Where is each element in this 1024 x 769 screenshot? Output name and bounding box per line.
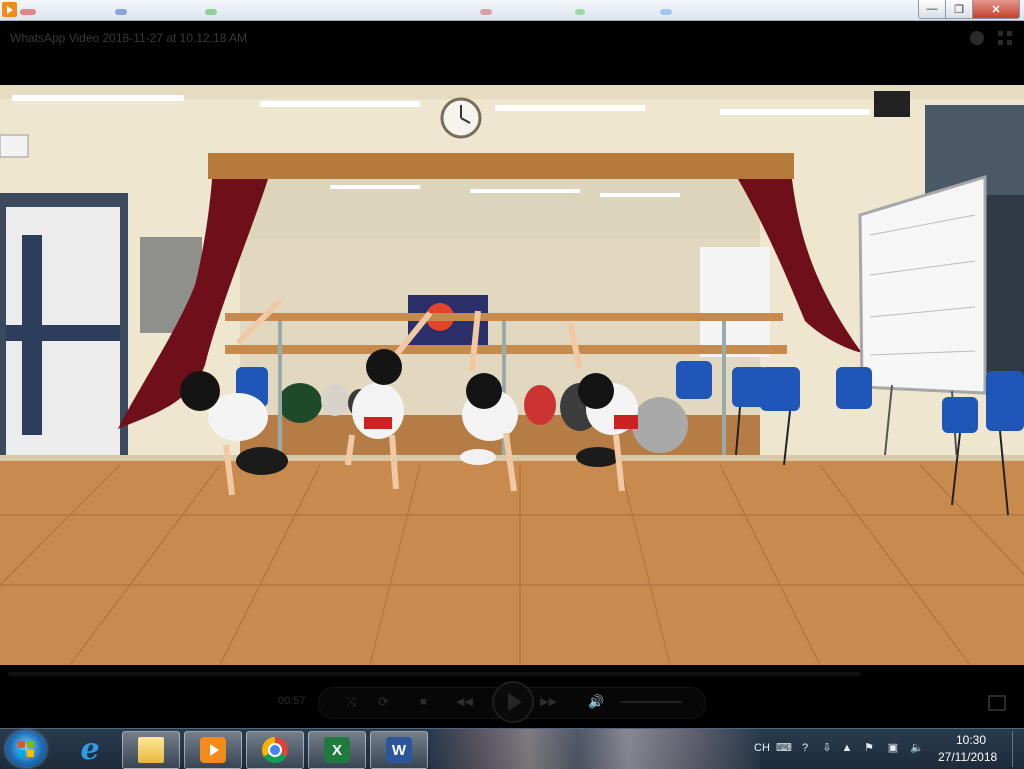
speaker (874, 91, 910, 117)
clock-time[interactable]: 10:30 (956, 733, 986, 747)
maximize-button[interactable]: ❐ (945, 0, 973, 19)
ime-options-icon[interactable]: ⇩ (820, 741, 834, 755)
chrome-icon (262, 737, 288, 763)
taskbar-chrome[interactable] (246, 731, 304, 769)
taskbar-windows-explorer[interactable] (122, 731, 180, 769)
blurred-title-decoration (575, 9, 585, 15)
window-title-bar: — ❐ ✕ (0, 0, 1024, 21)
player-top-icons (970, 31, 1012, 45)
clock-date[interactable]: 27/11/2018 (938, 750, 997, 764)
keyboard-icon[interactable]: ⌨ (776, 741, 792, 755)
ballet-barre (225, 313, 783, 321)
media-player-icon (200, 737, 226, 763)
elapsed-time: 00:57 (278, 695, 306, 707)
blurred-title-decoration (205, 9, 217, 15)
stop-button[interactable]: ■ (420, 693, 427, 711)
speaker-volume-icon[interactable]: 🔈 (910, 741, 924, 755)
taskbar-thumbnail-preview (430, 729, 760, 769)
blurred-title-decoration (115, 9, 127, 15)
mirror-header (208, 153, 794, 179)
close-button[interactable]: ✕ (972, 0, 1020, 19)
blurred-title-decoration (480, 9, 492, 15)
taskbar-internet-explorer[interactable]: e (62, 731, 118, 767)
blurred-title-decoration (660, 9, 672, 15)
whiteboard (858, 174, 987, 395)
ceiling-light (720, 109, 870, 115)
word-icon: W (386, 737, 412, 763)
next-button[interactable]: ▶▶ (540, 693, 557, 711)
windows-taskbar: e X W CH ⌨ ? ⇩ ▲ ⚑ ▣ 🔈 10:30 27/11/2018 (0, 728, 1024, 769)
dance-studio-scene (0, 85, 1024, 665)
repeat-button[interactable]: ⟳ (378, 693, 389, 711)
settings-icon[interactable] (970, 31, 984, 45)
switch-to-library-icon[interactable] (998, 31, 1012, 45)
shuffle-button[interactable]: ⤨ (346, 693, 356, 711)
media-player-app-icon[interactable] (2, 2, 17, 17)
media-player-window: WhatsApp Video 2018-11-27 at 10.12.18 AM (0, 21, 1024, 728)
excel-icon: X (324, 737, 350, 763)
start-button[interactable] (6, 731, 46, 767)
action-center-flag-icon[interactable]: ⚑ (862, 741, 876, 755)
taskbar-excel[interactable]: X (308, 731, 366, 769)
minimize-button[interactable]: — (918, 0, 946, 19)
blurred-title-decoration (20, 9, 36, 15)
play-pause-button[interactable] (492, 681, 534, 723)
network-icon[interactable]: ▣ (886, 741, 900, 755)
taskbar-media-player[interactable] (184, 731, 242, 769)
exercise-ball (632, 397, 688, 453)
show-desktop-button[interactable] (1012, 731, 1023, 767)
help-icon[interactable]: ? (798, 741, 812, 755)
playback-controls: 00:57 ⤨ ⟳ ■ ◀◀ ▶▶ 🔊 (0, 665, 1024, 728)
volume-slider[interactable] (620, 701, 682, 703)
previous-button[interactable]: ◀◀ (456, 693, 473, 711)
show-hidden-icons-icon[interactable]: ▲ (840, 741, 854, 755)
ceiling-light (12, 95, 184, 101)
ceiling-light (260, 101, 420, 107)
internet-explorer-icon: e (80, 731, 100, 767)
video-title: WhatsApp Video 2018-11-27 at 10.12.18 AM (10, 31, 248, 45)
fullscreen-button[interactable] (988, 695, 1006, 711)
language-indicator[interactable]: CH (752, 741, 772, 755)
folder-icon (138, 737, 164, 763)
seek-bar[interactable] (8, 672, 860, 676)
video-frame[interactable] (0, 85, 1024, 665)
ceiling-light (495, 105, 645, 111)
taskbar-word[interactable]: W (370, 731, 428, 769)
volume-icon[interactable]: 🔊 (588, 693, 604, 711)
